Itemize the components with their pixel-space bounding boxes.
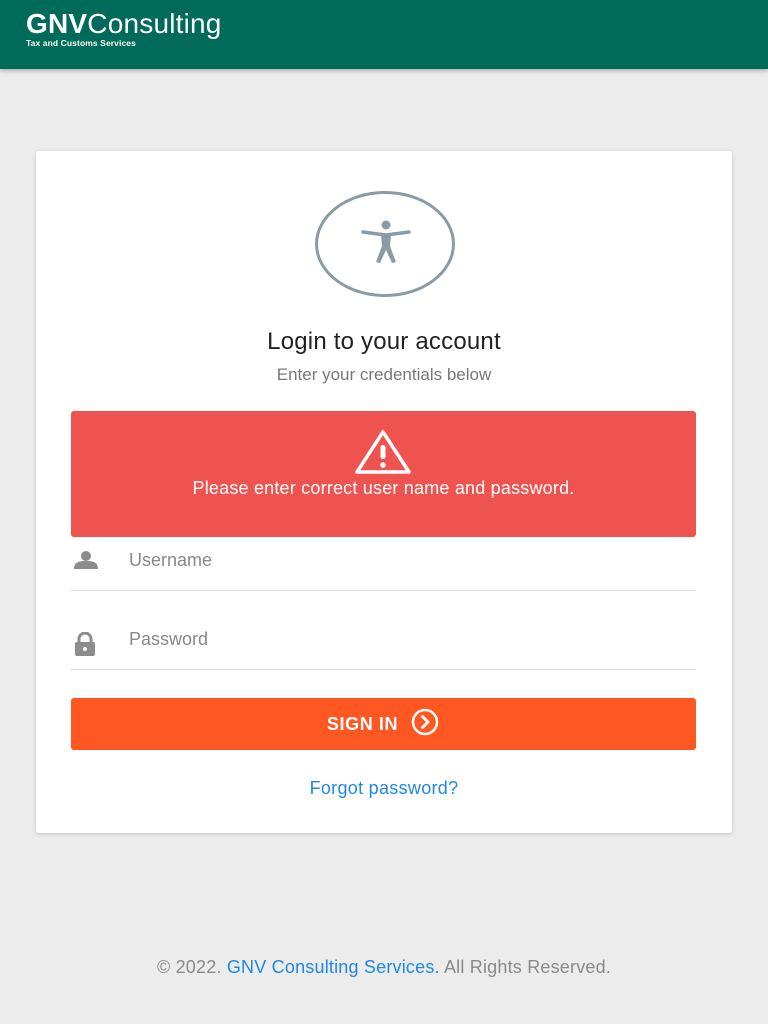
chevron-right-circle-icon	[410, 707, 440, 742]
error-message: Please enter correct user name and passw…	[192, 478, 575, 498]
login-title: Login to your account	[267, 328, 501, 355]
footer: © 2022. GNV Consulting Services. All Rig…	[0, 957, 768, 978]
brand-name-light: Consulting	[87, 8, 222, 39]
password-field	[71, 610, 696, 670]
login-card: Login to your account Enter your credent…	[36, 151, 732, 833]
brand-logo[interactable]: GNVConsulting Tax and Customs Services	[26, 10, 222, 48]
username-input[interactable]	[129, 531, 689, 589]
app-header: GNVConsulting Tax and Customs Services	[0, 0, 768, 69]
footer-rights: All Rights Reserved.	[443, 957, 612, 977]
username-field	[71, 531, 696, 591]
login-subtitle: Enter your credentials below	[276, 365, 492, 384]
brand-name-bold: GNV	[26, 8, 88, 39]
lock-icon	[74, 631, 96, 661]
password-input[interactable]	[129, 610, 689, 668]
footer-copyright: © 2022.	[156, 957, 222, 977]
sign-in-button[interactable]: SIGN IN	[71, 698, 696, 750]
brand-name: GNVConsulting	[26, 10, 222, 38]
warning-triangle-icon	[354, 429, 412, 480]
user-icon	[73, 551, 99, 574]
footer-company-link[interactable]: GNV Consulting Services.	[227, 957, 440, 977]
brand-tagline: Tax and Customs Services	[26, 38, 136, 48]
forgot-password-link[interactable]: Forgot password?	[36, 778, 732, 799]
sign-in-label: SIGN IN	[326, 713, 399, 734]
error-alert: Please enter correct user name and passw…	[71, 411, 696, 537]
accessibility-person-icon	[315, 191, 455, 297]
